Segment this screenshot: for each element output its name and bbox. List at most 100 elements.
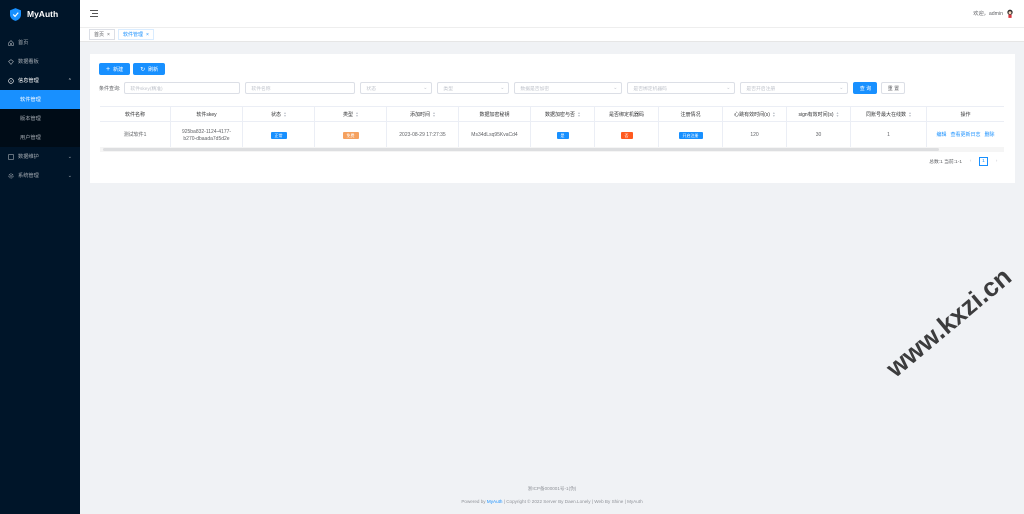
- data-icon: [7, 153, 14, 160]
- view-log-link[interactable]: 查看更新日志: [950, 132, 980, 139]
- info-icon: [7, 77, 14, 84]
- submenu-info: 软件管理 版本管理 用户管理: [0, 90, 80, 147]
- bind-select[interactable]: 是否绑定机器码 ⌄: [627, 82, 736, 94]
- select-placeholder: 是否绑定机器码: [633, 86, 667, 92]
- select-placeholder: 状态: [366, 86, 376, 92]
- pagination-summary: 总数:1 当前:1-1: [929, 160, 962, 165]
- column-header: sign有效时间(s): [798, 111, 834, 118]
- col-register: 注册情况: [659, 107, 723, 121]
- col-status[interactable]: 状态 ▴ ▾: [243, 107, 315, 121]
- chevron-down-icon: ⌄: [839, 85, 844, 91]
- close-icon[interactable]: ×: [107, 32, 110, 38]
- sort-icon[interactable]: ▴ ▾: [284, 111, 286, 118]
- select-placeholder: 是否开启注册: [746, 86, 776, 92]
- app-title: MyAuth: [27, 9, 59, 19]
- menu-fold-icon[interactable]: [90, 10, 99, 17]
- row-actions: 编辑 查看更新日志 删除: [936, 132, 994, 139]
- logo[interactable]: MyAuth: [0, 0, 80, 28]
- brand-link[interactable]: MyAuth: [487, 499, 503, 504]
- scrollbar-thumb[interactable]: [103, 148, 939, 151]
- search-button[interactable]: 查 询: [853, 82, 878, 94]
- column-header: 软件skey: [196, 111, 217, 118]
- content-card: + 新建 ↻ 刷新 条件查询: 软件skey(精准) 软件名称 状态 ⌄ 类型 ⌄ …: [90, 54, 1015, 183]
- sidebar-item-version[interactable]: 版本管理: [0, 109, 80, 128]
- encrypt-select[interactable]: 数据是否加密 ⌄: [514, 82, 623, 94]
- col-time[interactable]: 添加时间 ▴ ▾: [387, 107, 459, 121]
- top-header: 欢迎，admin: [80, 0, 1024, 27]
- page-number[interactable]: 1: [979, 157, 988, 166]
- add-button-label: 新建: [113, 66, 124, 73]
- sidebar-item-dashboard[interactable]: 数据看板: [0, 52, 80, 71]
- column-header: 类型: [342, 111, 353, 118]
- column-header: 是否绑定机器码: [608, 111, 644, 118]
- gear-icon: [7, 172, 14, 179]
- cell-name: 测试软件1: [100, 122, 171, 149]
- add-button[interactable]: + 新建: [99, 63, 131, 75]
- prev-page-button[interactable]: ‹: [966, 157, 975, 166]
- col-type[interactable]: 类型 ▴ ▾: [315, 107, 387, 121]
- tabs-bar: 首页 × 软件管理 ×: [80, 27, 1024, 42]
- table-header: 软件名称 软件skey 状态 ▴ ▾ 类型 ▴ ▾ 添加时间 ▴ ▾ 数据加密秘钥 数据加密…: [100, 107, 1004, 122]
- tab-label: 软件管理: [122, 32, 143, 38]
- register-badge: 开启注册: [678, 132, 703, 139]
- horizontal-scrollbar[interactable]: [100, 147, 1004, 152]
- col-name: 软件名称: [100, 107, 171, 121]
- refresh-icon: ↻: [140, 66, 146, 73]
- col-online[interactable]: 同账号最大在线数 ▴ ▾: [851, 107, 927, 121]
- chevron-down-icon: ⌄: [613, 85, 618, 91]
- input-placeholder: 软件名称: [251, 86, 271, 92]
- cell-encrypt: 是: [531, 122, 595, 149]
- status-badge: 正常: [270, 132, 287, 139]
- col-ops: 操作: [927, 107, 1004, 121]
- sidebar-item-label: 信息管理: [18, 78, 39, 84]
- sidebar-item-label: 软件管理: [20, 97, 41, 103]
- tab-home[interactable]: 首页 ×: [89, 29, 115, 40]
- col-heartbeat[interactable]: 心跳有效时间(s) ▴ ▾: [723, 107, 787, 121]
- chevron-down-icon: ⌄: [67, 153, 72, 160]
- sidebar-item-users[interactable]: 用户管理: [0, 128, 80, 147]
- sidebar-item-label: 用户管理: [20, 135, 41, 141]
- close-icon[interactable]: ×: [146, 32, 149, 38]
- next-page-button[interactable]: ›: [992, 157, 1001, 166]
- home-icon: [7, 39, 14, 46]
- edit-link[interactable]: 编辑: [936, 132, 946, 139]
- dashboard-icon: [7, 58, 14, 65]
- refresh-button[interactable]: ↻ 刷新: [133, 63, 166, 75]
- sort-icon[interactable]: ▴ ▾: [909, 111, 911, 118]
- sidebar-item-data[interactable]: 数据维护 ⌄: [0, 147, 80, 166]
- sort-icon[interactable]: ▴ ▾: [837, 111, 839, 118]
- sidebar-item-label: 首页: [18, 40, 29, 46]
- cell-type: 免费: [315, 122, 387, 149]
- sort-icon[interactable]: ▴ ▾: [578, 111, 580, 118]
- icp-text[interactable]: 浙ICP备000001号-1(伪): [80, 482, 1024, 495]
- column-header: 软件名称: [124, 111, 145, 118]
- register-select[interactable]: 是否开启注册 ⌄: [740, 82, 849, 94]
- col-encrypt[interactable]: 数据加密与否 ▴ ▾: [531, 107, 595, 121]
- sidebar-item-home[interactable]: 首页: [0, 33, 80, 52]
- plus-icon: +: [106, 65, 111, 73]
- chevron-down-icon: ⌄: [500, 85, 505, 91]
- sidebar-item-software[interactable]: 软件管理: [0, 90, 80, 109]
- column-header: 数据加密秘钥: [479, 111, 510, 118]
- col-sign[interactable]: sign有效时间(s) ▴ ▾: [787, 107, 851, 121]
- user-menu[interactable]: 欢迎，admin: [973, 9, 1014, 18]
- sort-icon[interactable]: ▴ ▾: [356, 111, 358, 118]
- filter-label: 条件查询:: [99, 85, 121, 92]
- delete-link[interactable]: 删除: [985, 132, 995, 139]
- watermark: www.kxzi.cn: [880, 261, 1017, 383]
- status-select[interactable]: 状态 ⌄: [360, 82, 433, 94]
- sidebar-item-system[interactable]: 系统管理 ⌄: [0, 166, 80, 185]
- name-input[interactable]: 软件名称: [245, 82, 356, 94]
- sidebar-item-info[interactable]: 信息管理 ⌃: [0, 71, 80, 90]
- column-header: 心跳有效时间(s): [734, 111, 770, 118]
- type-select[interactable]: 类型 ⌄: [437, 82, 510, 94]
- sort-icon[interactable]: ▴ ▾: [433, 111, 435, 118]
- cell-status: 正常: [243, 122, 315, 149]
- reset-button[interactable]: 重 置: [881, 82, 906, 94]
- skey-input[interactable]: 软件skey(精准): [124, 82, 241, 94]
- refresh-button-label: 刷新: [148, 66, 159, 73]
- sort-icon[interactable]: ▴ ▾: [773, 111, 775, 118]
- tab-software[interactable]: 软件管理 ×: [117, 29, 154, 40]
- input-placeholder: 软件skey(精准): [130, 86, 163, 92]
- cell-key: Ms34dLsq95KvaCd4: [459, 122, 531, 149]
